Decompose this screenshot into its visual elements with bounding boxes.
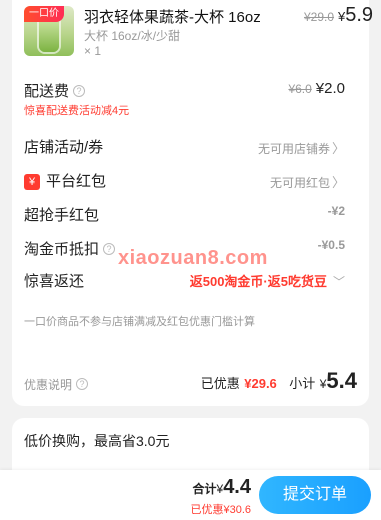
product-original-price: ¥29.0 — [304, 10, 335, 24]
super-packet-row[interactable]: 超抢手红包 -¥2 — [12, 204, 357, 228]
store-activity-row[interactable]: 店铺活动/券 无可用店铺券〉 — [12, 136, 357, 160]
shipping-original-fee: ¥6.0 — [288, 82, 312, 96]
shipping-fee-value: ¥2.0 — [315, 80, 345, 97]
platform-packet-row[interactable]: ¥ 平台红包 无可用红包〉 — [12, 170, 357, 194]
submit-order-button[interactable]: 提交订单 — [259, 476, 371, 514]
chevron-down-icon: ﹀ — [332, 275, 345, 289]
total-value: 4.4 — [223, 476, 251, 498]
cup-shape — [39, 18, 59, 52]
product-spec: 大杯 16oz/冰/少甜 — [84, 29, 181, 43]
platform-packet-label: ¥ 平台红包 — [24, 170, 106, 191]
help-circle-icon[interactable]: ? — [103, 243, 116, 255]
surprise-return-label: 惊喜返还 — [24, 273, 85, 290]
help-circle-icon[interactable]: ? — [73, 85, 86, 97]
shipping-promo: 惊喜配送费活动减4元 — [24, 105, 130, 117]
discount-label: 已优惠 — [200, 376, 240, 391]
order-card: 一口价 羽衣轻体果蔬茶-大杯 16oz 大杯 16oz/冰/少甜 × 1 ¥29… — [12, 0, 373, 406]
subtotal-label: 小计 — [289, 376, 316, 391]
subtotal-value: 5.4 — [326, 368, 357, 393]
super-packet-label: 超抢手红包 — [24, 207, 100, 224]
discount-info[interactable]: 优惠说明? — [24, 376, 89, 393]
saved-amount: 已优惠¥30.6 — [190, 504, 251, 516]
store-activity-value: 无可用店铺券〉 — [258, 138, 345, 157]
upgrade-text: 低价换购，最高省3.0元 — [24, 433, 170, 449]
store-activity-label: 店铺活动/券 — [24, 139, 104, 156]
chevron-right-icon: 〉 — [331, 141, 345, 156]
surprise-return-row[interactable]: 惊喜返还 返500淘金币·返5吃货豆 ﹀ — [12, 270, 357, 294]
subtotal-summary: 已优惠 ¥29.6 小计 ¥5.4 — [201, 368, 357, 394]
product-price: ¥5.9 — [338, 4, 373, 27]
product-quantity: × 1 — [84, 44, 102, 58]
upgrade-card[interactable]: 低价换购，最高省3.0元 — [12, 418, 369, 478]
total-line: 合计¥4.4 — [192, 476, 251, 499]
fixed-price-badge: 一口价 — [24, 6, 64, 22]
shipping-fee: ¥6.0 ¥2.0 — [288, 80, 345, 97]
shipping-row: 配送费? ¥6.0 ¥2.0 — [12, 80, 357, 104]
platform-packet-value: 无可用红包〉 — [270, 172, 345, 191]
super-packet-value: -¥2 — [327, 204, 345, 218]
surprise-return-value: 返500淘金币·返5吃货豆 ﹀ — [189, 274, 345, 289]
fixed-price-notice: 一口价商品不参与店铺满减及红包优惠门槛计算 — [24, 316, 255, 328]
chevron-right-icon: 〉 — [331, 175, 345, 190]
price-value: 5.9 — [345, 4, 374, 26]
taojinbi-label: 淘金币抵扣? — [24, 238, 116, 259]
discount-value: ¥29.6 — [244, 376, 277, 391]
taojinbi-value: -¥0.5 — [317, 238, 345, 252]
shipping-label: 配送费? — [24, 80, 86, 101]
help-circle-icon[interactable]: ? — [76, 378, 89, 390]
total-label: 合计 — [192, 482, 217, 496]
product-title[interactable]: 羽衣轻体果蔬茶-大杯 16oz — [84, 6, 294, 27]
taojinbi-row[interactable]: 淘金币抵扣? -¥0.5 — [12, 238, 357, 262]
bottom-bar: 合计¥4.4 已优惠¥30.6 提交订单 — [0, 470, 381, 520]
yen-badge-icon: ¥ — [24, 174, 40, 190]
